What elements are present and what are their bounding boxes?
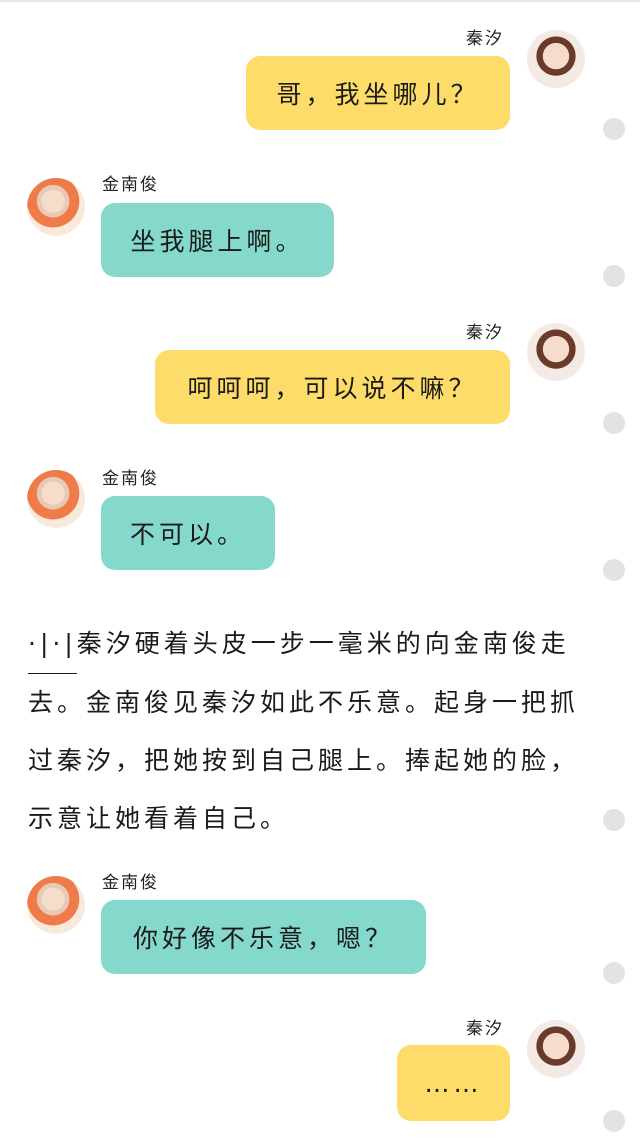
select-circle[interactable] — [603, 962, 625, 984]
sender-name: 秦汐 — [466, 323, 504, 343]
sender-name: 金南俊 — [102, 175, 159, 195]
avatar-male[interactable] — [27, 178, 85, 236]
narration-text[interactable]: ·|·|秦汐硬着头皮一步一毫米的向金南俊走去。金南俊见秦汐如此不乐意。起身一把抓… — [28, 615, 588, 848]
select-circle[interactable] — [603, 118, 625, 140]
message-bubble[interactable]: 呵呵呵，可以说不嘛？ — [155, 350, 510, 424]
avatar-female[interactable] — [527, 1020, 585, 1078]
select-circle[interactable] — [603, 809, 625, 831]
narration-body: 秦汐硬着头皮一步一毫米的向金南俊走去。金南俊见秦汐如此不乐意。起身一把抓过秦汐，… — [28, 629, 580, 833]
message-bubble[interactable]: 坐我腿上啊。 — [101, 203, 334, 277]
sender-name: 金南俊 — [102, 873, 159, 893]
sender-name: 秦汐 — [466, 29, 504, 49]
avatar-female[interactable] — [527, 30, 585, 88]
avatar-male[interactable] — [27, 470, 85, 528]
select-circle[interactable] — [603, 559, 625, 581]
top-divider — [0, 0, 640, 2]
narration-mark: ·|·| — [28, 615, 77, 674]
sender-name: 秦汐 — [466, 1019, 504, 1039]
message-bubble[interactable]: 不可以。 — [101, 496, 275, 570]
message-bubble[interactable]: 你好像不乐意，嗯？ — [101, 900, 426, 974]
message-bubble[interactable]: …… — [397, 1045, 510, 1121]
avatar-female[interactable] — [527, 323, 585, 381]
select-circle[interactable] — [603, 412, 625, 434]
message-bubble[interactable]: 哥，我坐哪儿？ — [246, 56, 510, 130]
select-circle[interactable] — [603, 1110, 625, 1132]
sender-name: 金南俊 — [102, 469, 159, 489]
avatar-male[interactable] — [27, 876, 85, 934]
select-circle[interactable] — [603, 265, 625, 287]
